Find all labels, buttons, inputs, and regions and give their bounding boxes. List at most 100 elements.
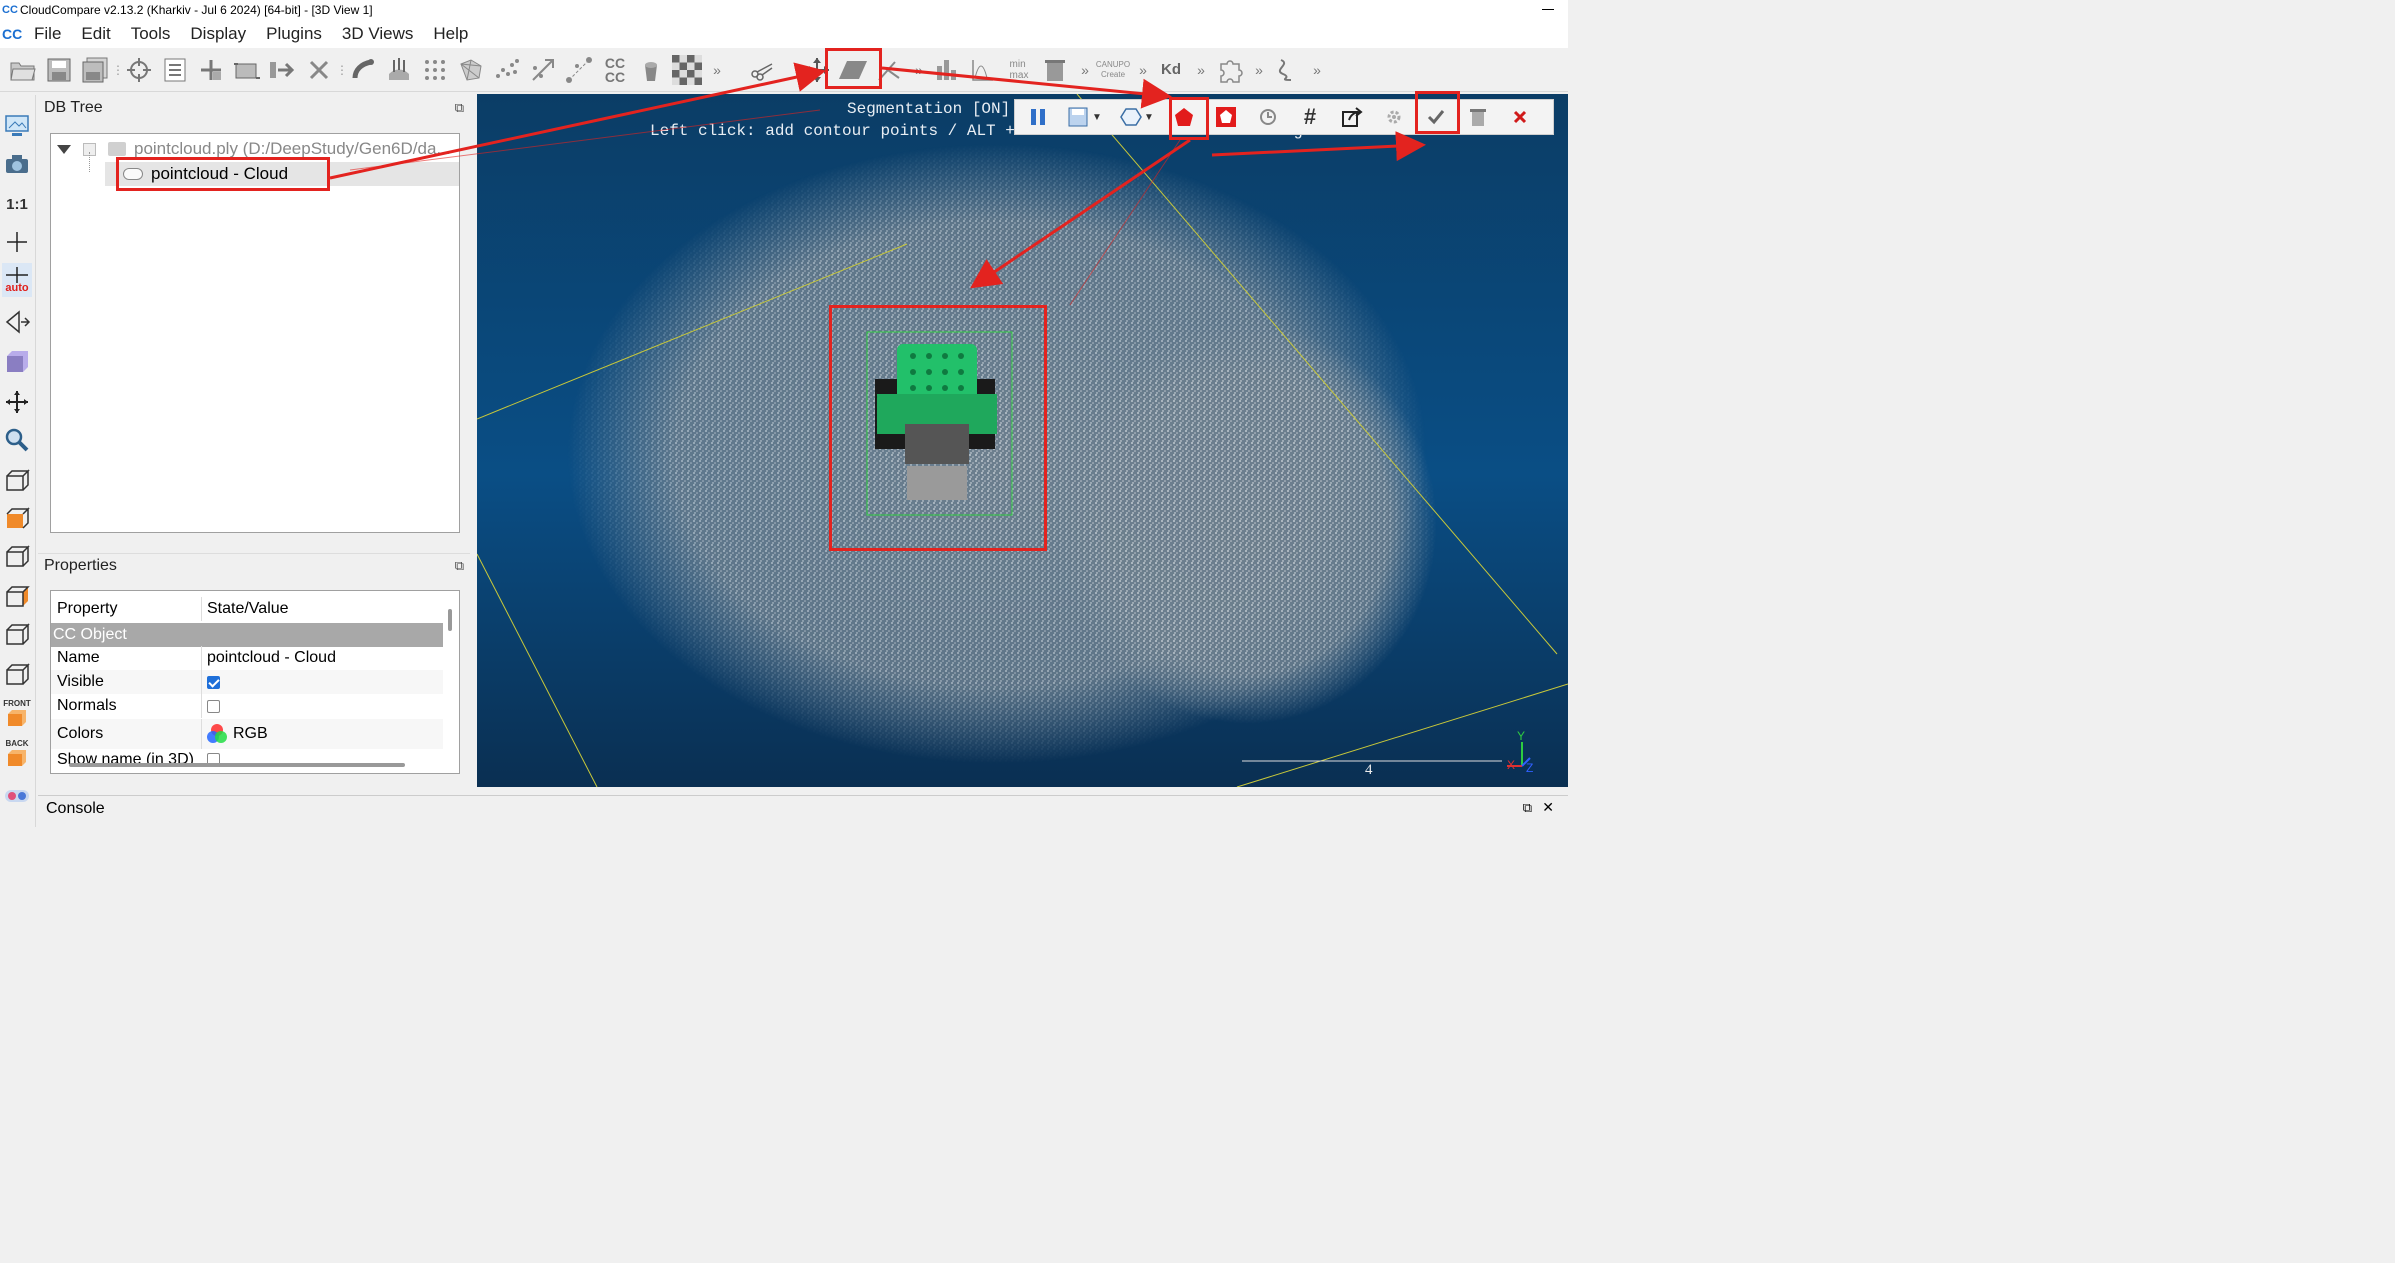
properties-header: Properties ⧉ bbox=[38, 553, 470, 577]
properties-table-header: Property State/Value bbox=[51, 597, 443, 621]
line-icon[interactable] bbox=[1270, 53, 1304, 87]
expand-arrow-icon[interactable] bbox=[57, 144, 71, 154]
scale-icon[interactable] bbox=[526, 53, 560, 87]
close-icon[interactable]: ✕ bbox=[1542, 799, 1554, 816]
confirm-delete-icon[interactable] bbox=[1461, 102, 1495, 132]
canupo-create-icon[interactable]: CANUPO Create bbox=[1096, 53, 1130, 87]
chevron-down-icon[interactable]: ▼ bbox=[1092, 112, 1102, 123]
menu-plugins[interactable]: Plugins bbox=[256, 24, 332, 44]
view-right-icon[interactable] bbox=[2, 617, 32, 651]
mesh-icon[interactable] bbox=[454, 53, 488, 87]
cancel-icon[interactable] bbox=[1503, 102, 1537, 132]
rgb-icon bbox=[207, 724, 227, 744]
one-to-one-zoom-button[interactable]: 1:1 bbox=[2, 187, 32, 221]
histogram-icon[interactable] bbox=[930, 53, 964, 87]
stereo-icon[interactable] bbox=[2, 779, 32, 813]
name-value-field[interactable]: pointcloud - Cloud bbox=[207, 649, 336, 667]
view-bottom-icon[interactable] bbox=[2, 657, 32, 691]
pivot-icon[interactable] bbox=[2, 225, 32, 259]
float-panel-icon[interactable]: ⧉ bbox=[1523, 800, 1532, 816]
toolbar-overflow-icon[interactable]: » bbox=[1248, 55, 1270, 85]
tree-guide-line bbox=[89, 152, 90, 172]
pause-icon[interactable] bbox=[1021, 102, 1055, 132]
iso-front-icon[interactable]: FRONT bbox=[2, 697, 32, 731]
settings-icon[interactable] bbox=[1377, 102, 1411, 132]
colors-dropdown[interactable]: RGB bbox=[207, 724, 268, 744]
segmentation-toolbar: ▼ ▼ # bbox=[1014, 99, 1554, 135]
chevron-down-icon[interactable]: ▼ bbox=[1144, 112, 1154, 123]
toolbar-overflow-icon[interactable]: » bbox=[1306, 55, 1328, 85]
save-all-icon[interactable] bbox=[78, 53, 112, 87]
view-top-icon[interactable] bbox=[2, 463, 32, 497]
normals-checkbox[interactable] bbox=[207, 699, 220, 713]
zoom-icon[interactable] bbox=[2, 423, 32, 457]
distance-icon[interactable] bbox=[562, 53, 596, 87]
camera-icon[interactable] bbox=[2, 147, 32, 181]
float-panel-icon[interactable]: ⧉ bbox=[455, 100, 464, 116]
normals-icon[interactable] bbox=[382, 53, 416, 87]
save-icon[interactable] bbox=[42, 53, 76, 87]
subsample-icon[interactable] bbox=[418, 53, 452, 87]
toolbar-overflow-icon[interactable]: » bbox=[1190, 55, 1212, 85]
polygon-select-icon[interactable]: ▼ bbox=[1115, 102, 1159, 132]
puzzle-icon[interactable] bbox=[1212, 53, 1246, 87]
stats-icon[interactable] bbox=[966, 53, 1000, 87]
open-icon[interactable] bbox=[6, 53, 40, 87]
classify-icon[interactable] bbox=[1251, 102, 1285, 132]
auto-pivot-button[interactable]: auto bbox=[2, 263, 32, 297]
translate-icon[interactable] bbox=[194, 53, 228, 87]
horizontal-scrollbar[interactable] bbox=[69, 763, 405, 767]
toolbar-overflow-icon[interactable]: » bbox=[908, 55, 930, 85]
axis-x-label: X bbox=[1507, 758, 1516, 772]
delete-icon[interactable] bbox=[302, 53, 336, 87]
dbtree-title: DB Tree bbox=[44, 99, 103, 116]
toolbar-overflow-icon[interactable]: » bbox=[1132, 55, 1154, 85]
annotation-box-object bbox=[829, 305, 1047, 551]
display-icon[interactable] bbox=[2, 109, 32, 143]
iso-back-icon[interactable]: BACK bbox=[2, 737, 32, 771]
toolbar-overflow-icon[interactable]: » bbox=[706, 55, 728, 85]
menu-3d-views[interactable]: 3D Views bbox=[332, 24, 424, 44]
folder-icon bbox=[108, 142, 126, 156]
object-view-icon[interactable] bbox=[2, 345, 32, 379]
export-icon[interactable]: ▼ bbox=[1063, 102, 1107, 132]
menu-tools[interactable]: Tools bbox=[121, 24, 181, 44]
table-row: Name pointcloud - Cloud bbox=[51, 646, 443, 670]
segment-out-icon[interactable] bbox=[1209, 102, 1243, 132]
app-logo-icon: CC bbox=[2, 4, 18, 16]
menu-help[interactable]: Help bbox=[423, 24, 478, 44]
sample-icon[interactable] bbox=[346, 53, 380, 87]
merge-icon[interactable] bbox=[266, 53, 300, 87]
float-panel-icon[interactable]: ⧉ bbox=[455, 558, 464, 574]
table-row: Normals bbox=[51, 694, 443, 718]
view-left-icon[interactable] bbox=[2, 539, 32, 573]
kd-tree-icon[interactable]: Kd bbox=[1154, 53, 1188, 87]
noise-icon[interactable] bbox=[490, 53, 524, 87]
grid-icon[interactable]: # bbox=[1293, 102, 1327, 132]
list-icon[interactable] bbox=[158, 53, 192, 87]
vertical-scrollbar[interactable] bbox=[448, 609, 452, 631]
visible-checkbox[interactable] bbox=[207, 675, 220, 689]
section-label: CC Object bbox=[53, 626, 127, 643]
toolbar-overflow-icon[interactable]: » bbox=[1074, 55, 1096, 85]
checker-icon[interactable] bbox=[670, 53, 704, 87]
view-back-icon[interactable] bbox=[2, 579, 32, 613]
export-segment-icon[interactable] bbox=[1335, 102, 1369, 132]
min-max-icon[interactable]: min max bbox=[1002, 53, 1036, 87]
move-view-icon[interactable] bbox=[2, 385, 32, 419]
console-header: Console ⧉ ✕ bbox=[38, 795, 1568, 821]
segment-scissors-icon[interactable] bbox=[746, 53, 780, 87]
colors-value: RGB bbox=[233, 725, 268, 742]
menu-file[interactable]: File bbox=[24, 24, 71, 44]
annotation-box-cloud bbox=[116, 157, 330, 191]
minimize-button[interactable] bbox=[1538, 2, 1558, 16]
menu-display[interactable]: Display bbox=[180, 24, 256, 44]
menu-edit[interactable]: Edit bbox=[71, 24, 120, 44]
cc-compare-icon[interactable]: CC CC bbox=[598, 53, 632, 87]
perspective-icon[interactable] bbox=[2, 305, 32, 339]
picking-icon[interactable] bbox=[122, 53, 156, 87]
view-front-icon[interactable] bbox=[2, 501, 32, 535]
trash-icon[interactable] bbox=[1038, 53, 1072, 87]
bucket-icon[interactable] bbox=[634, 53, 668, 87]
crop-icon[interactable] bbox=[230, 53, 264, 87]
